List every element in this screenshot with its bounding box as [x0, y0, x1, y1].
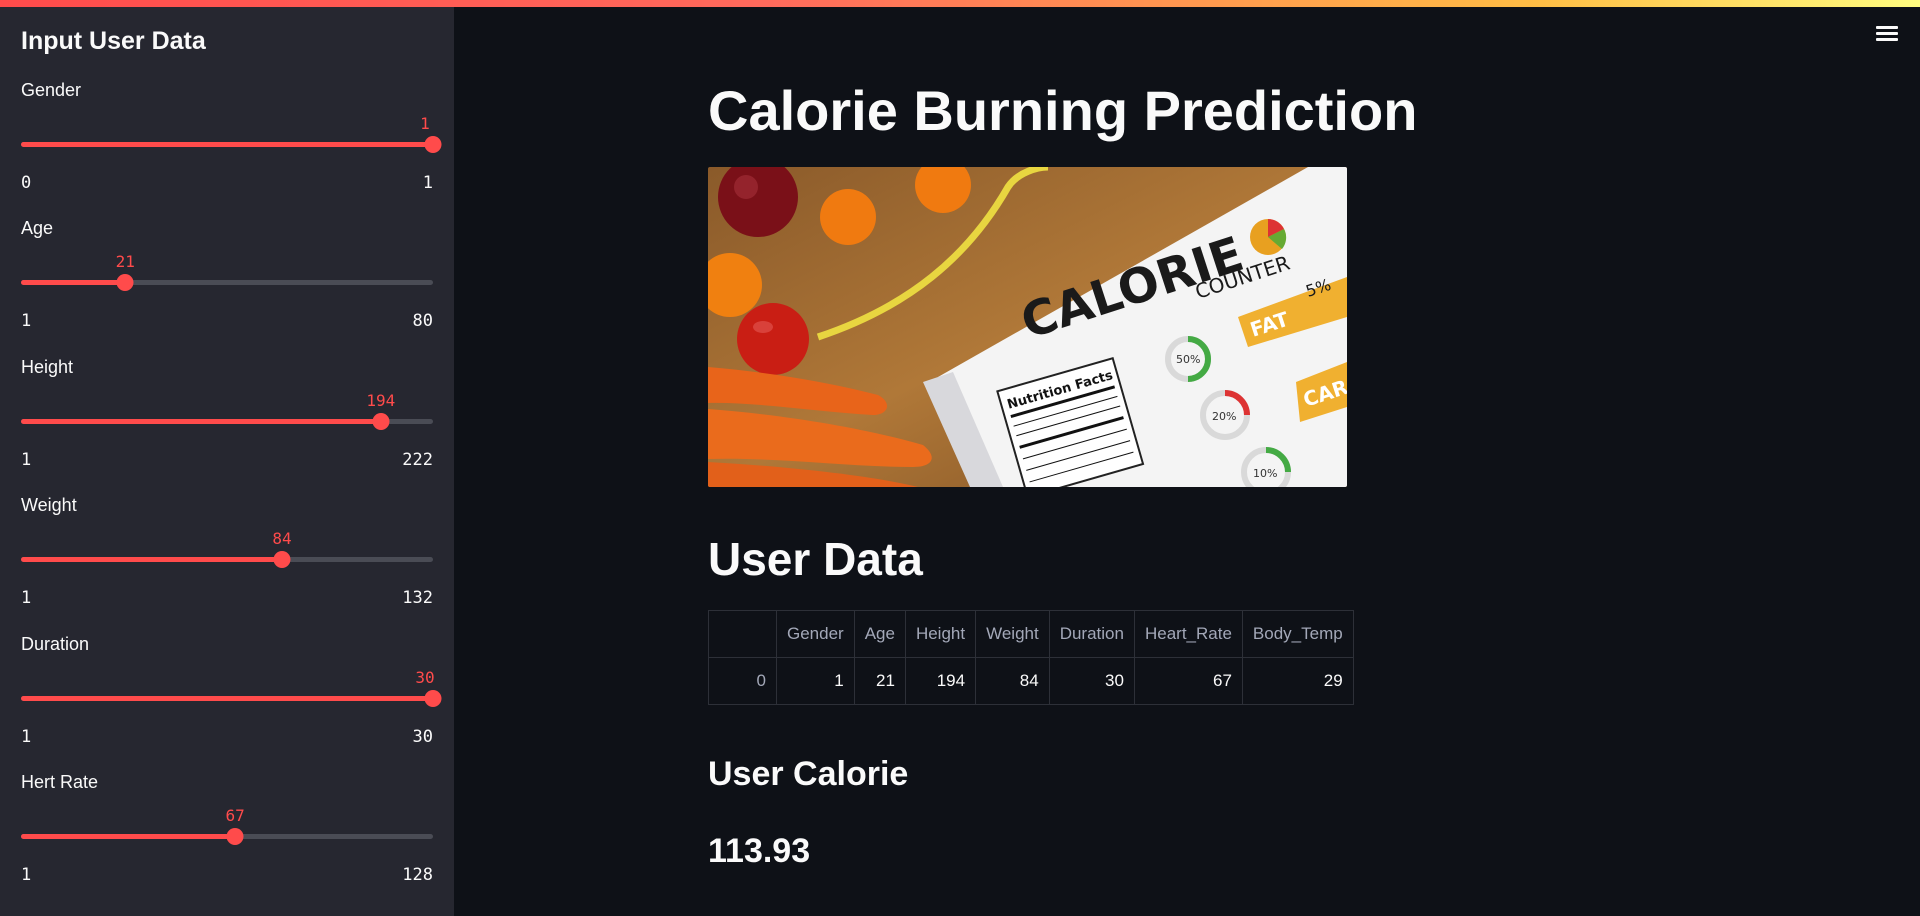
gender-slider[interactable]: Gender 1 0 1	[21, 80, 442, 200]
age-slider-thumb[interactable]	[116, 274, 134, 292]
height-slider-min: 1	[21, 449, 32, 470]
table-cell: 84	[975, 657, 1050, 705]
table-column-header[interactable]	[708, 610, 777, 658]
gender-slider-label: Gender	[21, 80, 82, 100]
user-data-table: Gender Age Height Weight Duration Heart_Rate B…	[708, 610, 1354, 705]
height-slider-track[interactable]	[21, 418, 433, 424]
image-pct-10: 10%	[1253, 467, 1277, 480]
gender-slider-value: 1	[420, 114, 430, 133]
table-row: 0 1 21 194 84 30 67 29	[708, 657, 1354, 705]
table-row-index: 0	[708, 657, 777, 705]
sidebar: Input User Data Gender 1 0 1 Age 21 1 80 Height 1…	[0, 7, 454, 916]
heart-rate-slider-label: Hert Rate	[21, 772, 99, 792]
table-header-row: Gender Age Height Weight Duration Heart_Rate B…	[708, 610, 1354, 658]
gender-slider-track[interactable]	[21, 142, 433, 147]
image-pct-20: 20%	[1212, 410, 1236, 423]
table-column-header[interactable]: Weight	[975, 610, 1050, 658]
table-cell: 1	[776, 657, 855, 705]
user-data-heading: User Data	[708, 533, 923, 585]
page-title: Calorie Burning Prediction	[708, 79, 1418, 142]
sidebar-title: Input User Data	[21, 27, 206, 55]
weight-slider-value: 84	[272, 529, 292, 549]
table-cell: 194	[904, 657, 977, 705]
gender-slider-thumb[interactable]	[424, 136, 442, 153]
duration-slider-value: 30	[415, 667, 435, 687]
top-decoration-bar	[0, 0, 1920, 7]
weight-slider-thumb[interactable]	[273, 551, 291, 569]
height-slider-max: 222	[402, 449, 433, 470]
height-slider-fill	[21, 418, 381, 424]
height-slider-label: Height	[21, 356, 74, 377]
age-slider-min: 1	[21, 311, 32, 332]
gender-slider-max: 1	[422, 173, 433, 193]
table-column-header[interactable]: Age	[853, 610, 906, 658]
table-column-header[interactable]: Duration	[1048, 610, 1135, 658]
weight-slider-min: 1	[21, 588, 32, 609]
calorie-counter-image: CALORIE COUNTER FAT 5% CAR 50% 20% 10% N…	[708, 167, 1347, 487]
height-slider-value: 194	[366, 390, 396, 410]
age-slider-track[interactable]	[21, 280, 433, 286]
table-column-header[interactable]: Height	[904, 610, 977, 658]
user-calorie-heading: User Calorie	[708, 755, 909, 793]
weight-slider-track[interactable]	[21, 557, 433, 563]
duration-slider-label: Duration	[21, 633, 90, 654]
duration-slider-fill	[21, 695, 433, 701]
heart-rate-slider-min: 1	[21, 865, 32, 885]
image-pct-50: 50%	[1176, 353, 1200, 366]
heart-rate-slider-value: 67	[225, 806, 245, 825]
height-slider[interactable]: Height 194 1 222	[21, 357, 433, 477]
table-column-header[interactable]: Gender	[776, 610, 855, 658]
weight-slider-label: Weight	[21, 495, 77, 516]
table-column-header[interactable]: Body_Temp	[1241, 610, 1354, 658]
table-column-header[interactable]: Heart_Rate	[1133, 610, 1243, 658]
gender-slider-fill	[21, 142, 433, 147]
heart-rate-slider-fill	[21, 834, 236, 839]
table-cell: 29	[1241, 657, 1354, 705]
height-slider-thumb[interactable]	[372, 412, 390, 430]
heart-rate-slider-thumb[interactable]	[226, 828, 244, 845]
weight-slider[interactable]: Weight 84 1 132	[21, 495, 433, 615]
table-cell: 21	[853, 657, 906, 705]
table-cell: 30	[1048, 657, 1135, 705]
calorie-value: 113.93	[708, 832, 811, 870]
duration-slider-thumb[interactable]	[424, 689, 442, 707]
table-cell: 67	[1133, 657, 1243, 705]
duration-slider[interactable]: Duration 30 1 30	[21, 633, 442, 754]
duration-slider-track[interactable]	[21, 695, 433, 701]
duration-slider-max: 30	[412, 726, 433, 747]
duration-slider-min: 1	[21, 726, 32, 747]
age-slider[interactable]: Age 21 1 80	[21, 218, 433, 338]
age-slider-max: 80	[412, 311, 433, 332]
age-slider-fill	[21, 280, 126, 286]
age-slider-label: Age	[21, 218, 54, 239]
gender-slider-min: 0	[21, 173, 32, 193]
age-slider-value: 21	[115, 252, 135, 272]
heart-rate-slider-max: 128	[402, 865, 433, 885]
weight-slider-fill	[21, 557, 283, 563]
heart-rate-slider[interactable]: Hert Rate 67 1 128	[21, 772, 433, 892]
hamburger-menu-icon[interactable]	[1876, 26, 1898, 46]
weight-slider-max: 132	[402, 588, 433, 609]
